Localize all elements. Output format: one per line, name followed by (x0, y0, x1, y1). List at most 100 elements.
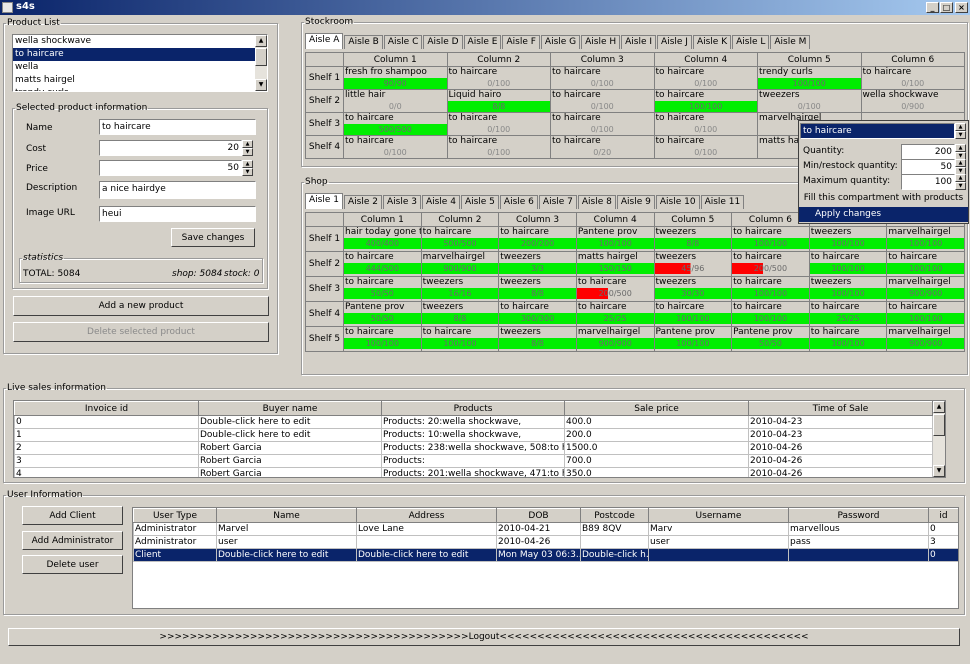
table-cell[interactable]: B89 8QV (580, 522, 649, 536)
compartment-cell[interactable]: to haircare 500/500 (343, 112, 448, 136)
table-row[interactable]: 3 Robert Garcia Products: 700.0 2010-04-26 (14, 454, 933, 468)
table-cell[interactable]: 1500.0 (564, 441, 749, 455)
tab-aisle-l[interactable]: Aisle L (732, 35, 770, 49)
tab-aisle-b[interactable]: Aisle B (344, 35, 383, 49)
compartment-cell[interactable]: hair today gone to 400/400 (343, 226, 422, 252)
popup-product-spinner[interactable]: ▲ ▼ (955, 123, 966, 139)
cost-field[interactable]: 20 (99, 140, 242, 156)
compartment-cell[interactable]: to haircare 200/500 (731, 251, 810, 277)
table-cell[interactable]: Robert Garcia (198, 441, 382, 455)
table-cell[interactable] (648, 548, 789, 562)
compartment-cell[interactable]: to haircare 100/100 (886, 251, 965, 277)
table-cell[interactable]: Products: 10:wella shockwave, (381, 428, 565, 442)
table-cell[interactable]: Marv (648, 522, 789, 536)
table-cell[interactable]: 400.0 (564, 415, 749, 429)
description-field[interactable]: a nice hairdye (99, 181, 256, 199)
table-cell[interactable]: Double-click here to edit (198, 415, 382, 429)
save-changes-button[interactable]: Save changes (171, 228, 255, 247)
scroll-down-icon[interactable]: ▼ (255, 79, 267, 91)
add-client-button[interactable]: Add Client (22, 506, 123, 525)
table-cell[interactable]: 2010-04-23 (748, 428, 933, 442)
table-cell[interactable]: 0 (928, 522, 958, 536)
table-cell[interactable]: Products: 238:wella shockwave, 508:to h.… (381, 441, 565, 455)
compartment-cell[interactable]: fresh fro shampoo 90/90 (343, 66, 448, 90)
tab-aisle-6[interactable]: Aisle 6 (499, 195, 538, 209)
table-cell[interactable]: Double-click here to edit (198, 428, 382, 442)
table-cell[interactable]: Client (133, 548, 217, 562)
table-row[interactable]: 2 Robert Garcia Products: 238:wella shockw… (14, 441, 933, 455)
popup-max-spinner[interactable]: ▲ ▼ (955, 174, 966, 190)
compartment-cell[interactable]: Pantene prov 50/50 (731, 326, 810, 352)
tab-aisle-f[interactable]: Aisle F (502, 35, 540, 49)
apply-changes-menu-item[interactable]: Apply changes (799, 207, 968, 222)
popup-product-select[interactable]: to haircare (800, 123, 955, 139)
table-cell[interactable]: Products: 201:wella shockwave, 471:to h.… (381, 467, 565, 477)
compartment-cell[interactable]: to haircare 0/100 (446, 66, 551, 90)
minimize-button[interactable]: _ (926, 2, 939, 13)
compartment-cell[interactable]: to haircare 100/100 (886, 301, 965, 327)
fill-compartment-menu-item[interactable]: Fill this compartment with products (799, 191, 968, 206)
compartment-cell[interactable]: tweezers 8/8 (498, 276, 577, 302)
delete-product-button[interactable]: Delete selected product (13, 322, 269, 342)
tab-aisle-11[interactable]: Aisle 11 (700, 195, 745, 209)
popup-min-field[interactable]: 50 (901, 159, 955, 175)
table-cell[interactable]: Marvel (216, 522, 357, 536)
table-cell[interactable] (356, 535, 497, 549)
tab-aisle-c[interactable]: Aisle C (383, 35, 423, 49)
popup-quantity-field[interactable]: 200 (901, 144, 955, 160)
table-cell[interactable]: 0 (14, 415, 199, 429)
tab-aisle-4[interactable]: Aisle 4 (421, 195, 460, 209)
table-cell[interactable]: marvellous (788, 522, 929, 536)
table-cell[interactable]: 2 (14, 441, 199, 455)
logout-button[interactable]: >>>>>>>>>>>>>>>>>>>>>>>>>>>>>>>>>>>>>>>>… (8, 628, 960, 646)
table-cell[interactable]: 2010-04-21 (496, 522, 581, 536)
table-row[interactable]: Administrator Marvel Love Lane 2010-04-21 B8… (133, 522, 958, 536)
compartment-cell[interactable]: matts hairgel 150/150 (575, 251, 655, 277)
compartment-cell[interactable]: Pantene prov 100/100 (575, 226, 655, 252)
compartment-cell[interactable]: to haircare 444/500 (343, 251, 422, 277)
table-cell[interactable]: user (648, 535, 789, 549)
tab-aisle-9[interactable]: Aisle 9 (616, 195, 655, 209)
compartment-cell[interactable]: Liquid hairo 8/8 (446, 89, 551, 113)
product-list[interactable]: wella shockwave to haircare wella matts hai… (12, 34, 268, 92)
table-cell[interactable]: Love Lane (356, 522, 497, 536)
cost-spinner[interactable]: ▲ ▼ (242, 140, 253, 156)
tab-aisle-7[interactable]: Aisle 7 (538, 195, 577, 209)
add-administrator-button[interactable]: Add Administrator (22, 531, 123, 550)
tab-aisle-g[interactable]: Aisle G (540, 35, 581, 49)
tab-aisle-m[interactable]: Aisle M (770, 35, 811, 49)
tab-aisle-d[interactable]: Aisle D (423, 35, 463, 49)
compartment-cell[interactable]: marvelhairgel 100/100 (886, 226, 965, 252)
name-field[interactable]: to haircare (99, 119, 256, 135)
compartment-cell[interactable]: to haircare 25/25 (808, 301, 888, 327)
table-cell[interactable]: 2010-04-26 (496, 535, 581, 549)
sales-scrollbar[interactable]: ▲ ▼ (933, 401, 945, 477)
table-cell[interactable]: 2010-04-23 (748, 415, 933, 429)
table-cell[interactable] (580, 535, 649, 549)
tab-aisle-a[interactable]: Aisle A (305, 33, 344, 49)
compartment-cell[interactable]: marvelhairgel 900/900 (420, 251, 500, 277)
compartment-cell[interactable]: to haircare 100/100 (808, 251, 888, 277)
table-cell[interactable]: 2010-04-26 (748, 441, 933, 455)
compartment-cell[interactable]: to haircare 0/100 (653, 112, 758, 136)
table-header[interactable]: Buyer name (198, 401, 382, 416)
compartment-cell[interactable]: tweezers 16/16 (420, 276, 500, 302)
product-list-item[interactable]: to haircare (13, 48, 267, 61)
scroll-up-icon[interactable]: ▲ (255, 35, 267, 47)
table-row[interactable]: 4 Robert Garcia Products: 201:wella shockw… (14, 467, 933, 477)
table-row[interactable]: Administrator user 2010-04-26 user pass 3 (133, 535, 958, 549)
compartment-cell[interactable]: to haircare 0/100 (446, 135, 551, 159)
compartment-cell[interactable]: to haircare 25/25 (575, 301, 655, 327)
compartment-cell[interactable]: to haircare 0/100 (653, 135, 758, 159)
table-header[interactable]: Password (788, 508, 929, 523)
compartment-cell[interactable]: to haircare 300/300 (498, 301, 577, 327)
table-header[interactable]: Postcode (580, 508, 649, 523)
image-url-field[interactable]: heui (99, 206, 256, 222)
compartment-cell[interactable]: marvelhairgel 900/900 (575, 326, 655, 352)
tab-aisle-5[interactable]: Aisle 5 (460, 195, 499, 209)
table-cell[interactable]: Products: (381, 454, 565, 468)
tab-aisle-1[interactable]: Aisle 1 (305, 193, 343, 209)
tab-aisle-3[interactable]: Aisle 3 (382, 195, 421, 209)
compartment-cell[interactable]: to haircare 100/100 (731, 276, 810, 302)
product-list-item[interactable]: wella (13, 61, 267, 74)
